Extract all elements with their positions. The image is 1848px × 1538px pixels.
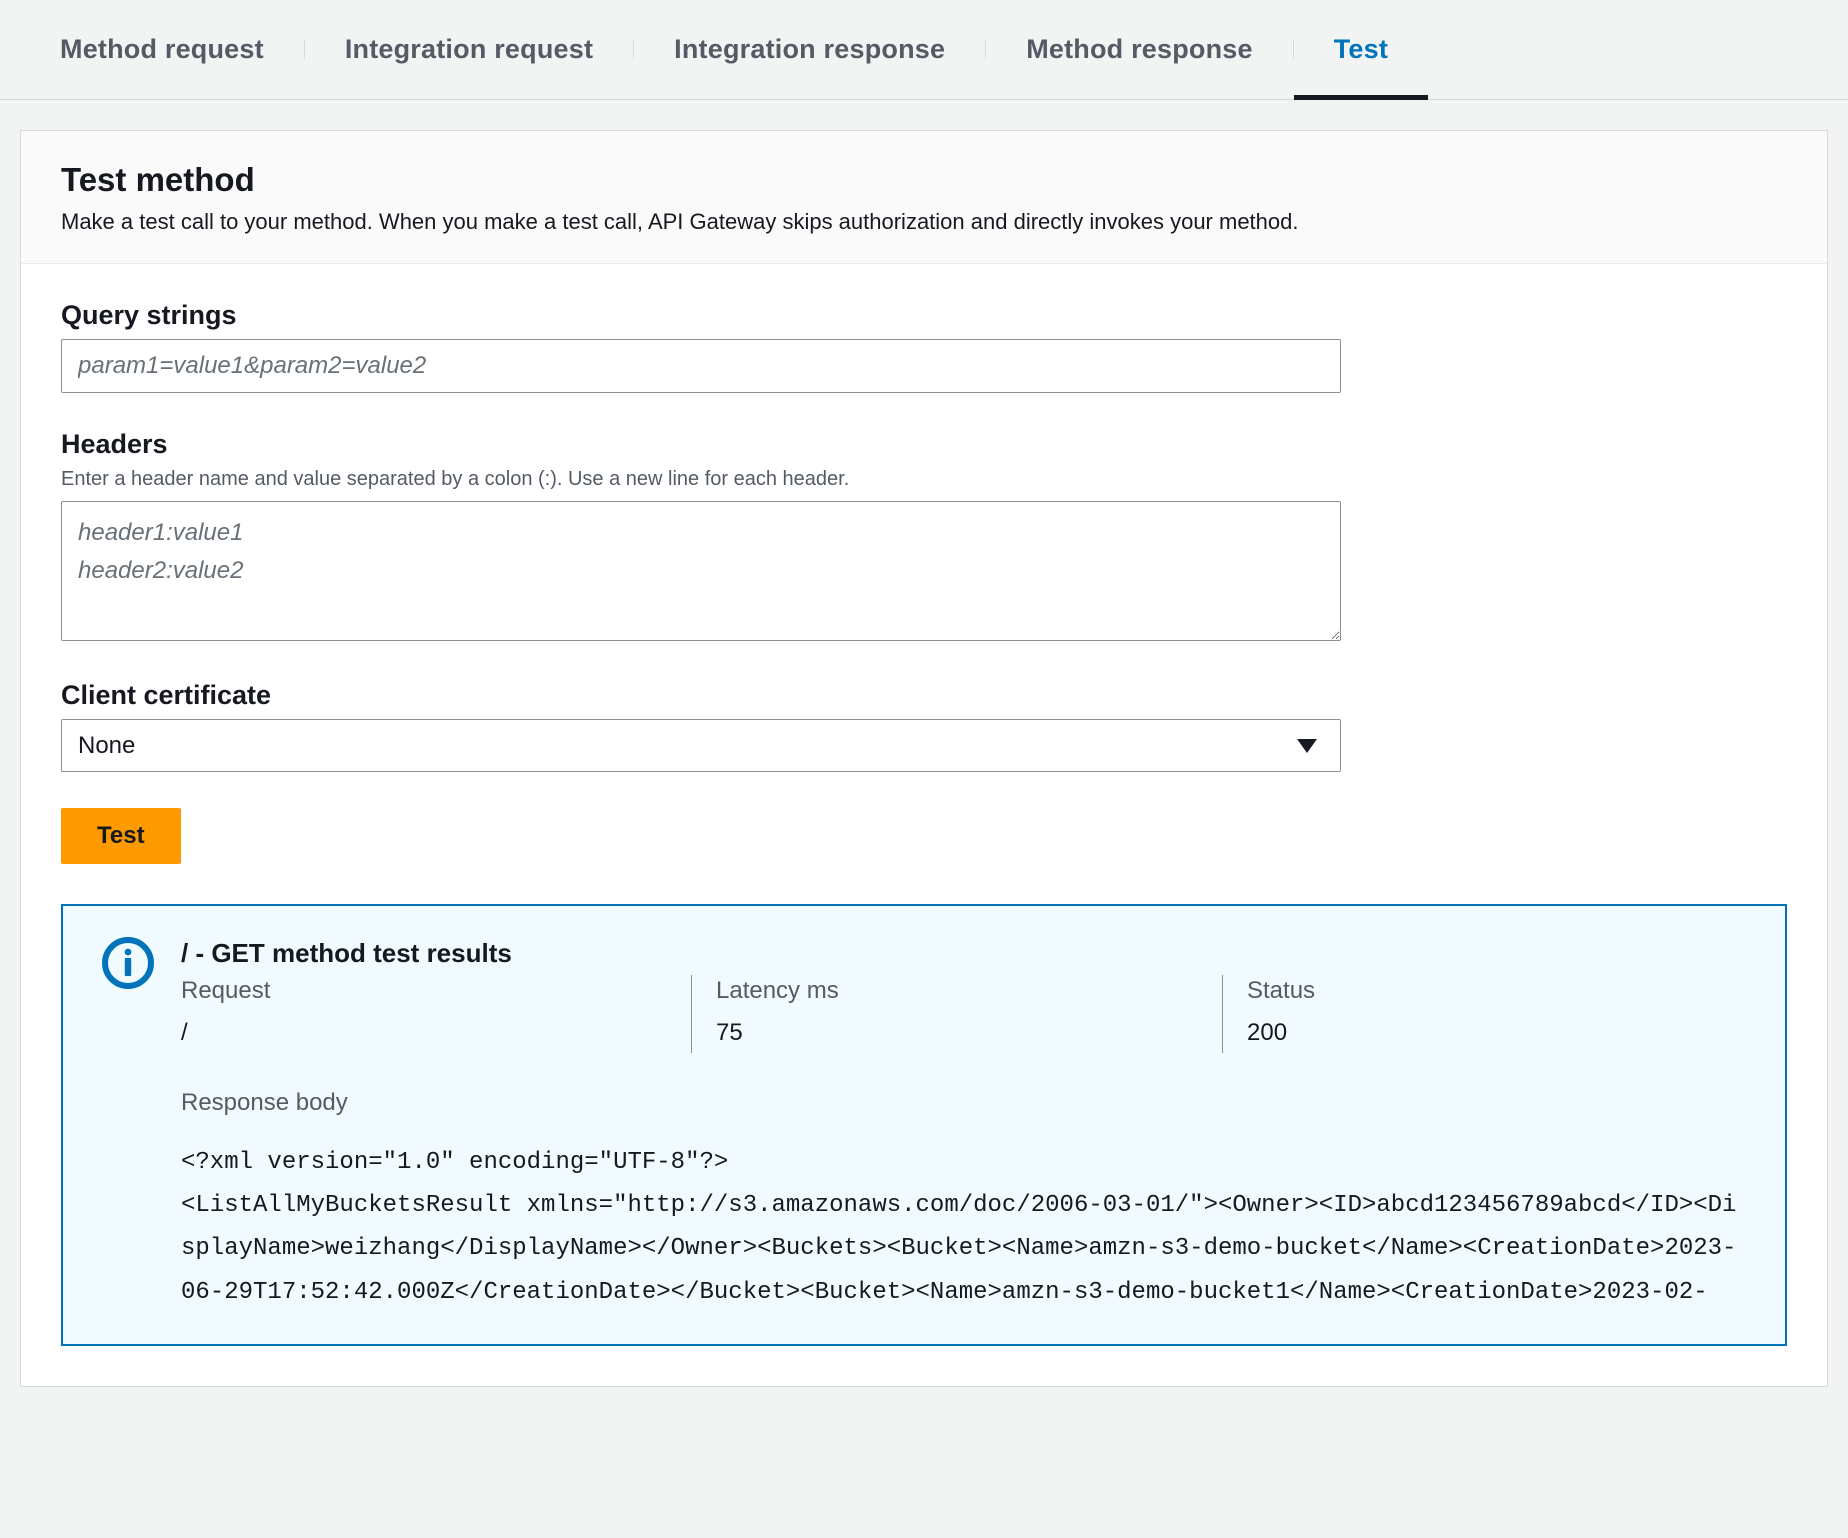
tab-method-response[interactable]: Method response [986,0,1293,99]
panel-title: Test method [61,161,1787,199]
query-strings-group: Query strings [61,300,1787,393]
client-certificate-label: Client certificate [61,680,1787,711]
client-certificate-group: Client certificate None [61,680,1787,772]
tabs-bar: Method request Integration request Integ… [0,0,1848,100]
headers-help: Enter a header name and value separated … [61,468,1787,491]
tab-integration-request[interactable]: Integration request [305,0,633,99]
response-body-label: Response body [181,1089,1747,1117]
tab-method-request[interactable]: Method request [20,0,304,99]
results-inner: / - GET method test results Request / La… [101,938,1747,1314]
tab-test[interactable]: Test [1294,0,1428,99]
headers-group: Headers Enter a header name and value se… [61,429,1787,644]
request-value: / [181,1019,651,1047]
tab-integration-response[interactable]: Integration response [634,0,985,99]
test-method-panel: Test method Make a test call to your met… [20,130,1828,1387]
query-strings-label: Query strings [61,300,1787,331]
latency-label: Latency ms [716,977,1182,1005]
results-col-request: Request / [181,975,691,1053]
results-title: / - GET method test results [181,938,1747,969]
status-value: 200 [1247,1019,1707,1047]
client-certificate-select-wrap: None [61,719,1341,772]
test-results-box: / - GET method test results Request / La… [61,904,1787,1346]
results-col-status: Status 200 [1223,975,1747,1053]
results-col-latency: Latency ms 75 [692,975,1222,1053]
info-icon [101,936,155,990]
latency-value: 75 [716,1019,1182,1047]
response-body-content: <?xml version="1.0" encoding="UTF-8"?> <… [181,1141,1747,1314]
results-columns: Request / Latency ms 75 Status 200 [181,975,1747,1053]
panel-body: Query strings Headers Enter a header nam… [21,264,1827,1386]
headers-input[interactable] [61,501,1341,641]
panel-description: Make a test call to your method. When yo… [61,209,1787,235]
query-strings-input[interactable] [61,339,1341,393]
test-button[interactable]: Test [61,808,181,864]
request-label: Request [181,977,651,1005]
status-label: Status [1247,977,1707,1005]
page-root: Method request Integration request Integ… [0,0,1848,1538]
headers-label: Headers [61,429,1787,460]
client-certificate-select[interactable]: None [61,719,1341,772]
panel-header: Test method Make a test call to your met… [21,131,1827,264]
